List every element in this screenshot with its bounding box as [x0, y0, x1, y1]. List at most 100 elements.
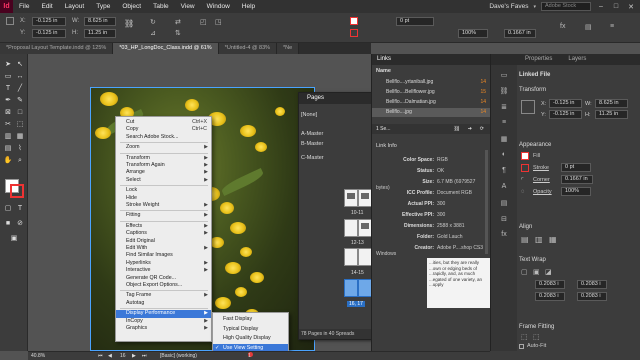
fit-frame-icon[interactable]: ⬚ — [533, 333, 540, 341]
gradient-tool-icon[interactable]: ▥ — [3, 132, 13, 141]
update-link-icon[interactable]: ⟳ — [480, 124, 484, 134]
zoom-level[interactable]: 40.8% — [31, 352, 45, 360]
prop-y-field[interactable]: -0.125 in — [549, 110, 582, 119]
menu-item-hyperlinks[interactable]: Hyperlinks ▶ — [116, 260, 211, 267]
menu-item-select[interactable]: Select ▶ — [116, 177, 211, 184]
stroke-swatch-icon[interactable] — [350, 29, 358, 37]
prop-x-field[interactable]: -0.125 in — [549, 99, 582, 108]
page-thumbnail[interactable] — [358, 248, 372, 266]
wrap-bounding-icon[interactable]: ▣ — [533, 268, 540, 276]
menu-window[interactable]: Window — [201, 0, 236, 13]
fill-swatch-icon[interactable] — [521, 152, 529, 160]
hand-tool-icon[interactable]: ✋ — [3, 156, 13, 165]
menu-item-transform[interactable]: Transform ▶ — [116, 155, 211, 162]
y-position-field[interactable]: -0.125 in — [32, 29, 66, 38]
rectangle-tool-icon[interactable]: □ — [15, 108, 25, 117]
menu-object[interactable]: Object — [116, 0, 147, 13]
free-transform-tool-icon[interactable]: ⬚ — [15, 120, 25, 129]
rectangle-frame-tool-icon[interactable]: ⊠ — [3, 108, 13, 117]
menu-layout[interactable]: Layout — [59, 0, 91, 13]
menu-view[interactable]: View — [175, 0, 201, 13]
menu-item-copy[interactable]: Copy Ctrl+C — [116, 126, 211, 133]
chevron-down-icon[interactable]: ▾ — [533, 4, 536, 10]
page-thumbnail[interactable] — [344, 219, 358, 237]
apply-color-icon[interactable]: ■ — [3, 219, 13, 228]
menu-item-interactive[interactable]: Interactive ▶ — [116, 267, 211, 274]
menu-file[interactable]: File — [13, 0, 35, 13]
reference-point-icon[interactable] — [521, 100, 535, 114]
wrap-right-field[interactable]: 0.2083 i — [577, 292, 607, 301]
maximize-icon[interactable]: □ — [611, 3, 621, 10]
layers-dock-icon[interactable]: ≣ — [499, 103, 509, 113]
character-dock-icon[interactable]: A — [499, 183, 509, 193]
direct-selection-tool-icon[interactable]: ↖ — [15, 60, 25, 69]
align-right-icon[interactable]: ▦ — [549, 235, 557, 244]
menu-item-search-adobe-stock[interactable]: Search Adobe Stock... — [116, 134, 211, 141]
relink-icon[interactable]: ⛓ — [454, 124, 460, 134]
menu-item-lock[interactable]: Lock — [116, 187, 211, 194]
text-frame[interactable]: ...ities, but they are really ...own or … — [427, 258, 490, 308]
text-wrap-dock-icon[interactable]: ▤ — [499, 199, 509, 209]
opacity-field[interactable]: 100% — [458, 29, 488, 38]
page-number-field[interactable]: 16 — [120, 352, 126, 360]
swatches-dock-icon[interactable]: ▦ — [499, 135, 509, 145]
note-tool-icon[interactable]: ▤ — [3, 144, 13, 153]
page-thumbnail[interactable] — [344, 189, 358, 207]
align-center-icon[interactable]: ▥ — [535, 235, 543, 244]
menu-item-transform-again[interactable]: Transform Again ▶ — [116, 162, 211, 169]
menu-item-zoom[interactable]: Zoom ▶ — [116, 144, 211, 151]
gradient-feather-tool-icon[interactable]: ▦ — [15, 132, 25, 141]
prop-w-field[interactable]: 8.625 in — [595, 99, 628, 108]
link-row[interactable]: Bellflo....Dalmatian.jpg 14 — [372, 98, 490, 107]
constrain-link-icon[interactable]: ⛓ — [124, 19, 134, 28]
corner-radius-field[interactable]: 0.1667 in — [561, 175, 593, 184]
corner-label[interactable]: Corner — [533, 177, 550, 183]
next-page-icon[interactable]: ▶ — [132, 352, 136, 360]
width-field[interactable]: 8.625 in — [84, 17, 116, 26]
tab-new[interactable]: *Ne — [277, 43, 300, 54]
stroke-color-icon[interactable] — [10, 184, 24, 198]
stroke-label[interactable]: Stroke — [533, 165, 549, 171]
minimize-icon[interactable]: – — [596, 3, 606, 10]
prop-h-field[interactable]: 11.25 in — [595, 110, 628, 119]
links-name-column[interactable]: Name — [376, 68, 391, 74]
scrollbar[interactable] — [485, 150, 488, 254]
tab-untitled-4[interactable]: *Untitled-4 @ 83% — [218, 43, 278, 54]
menu-help[interactable]: Help — [236, 0, 261, 13]
wrap-top-field[interactable]: 0.2083 i — [535, 280, 565, 289]
menu-item-hide[interactable]: Hide — [116, 195, 211, 202]
submenu-item-typical-display[interactable]: Typical Display — [213, 325, 288, 334]
stroke-swatch-icon[interactable] — [521, 164, 529, 172]
master-b[interactable]: B-Master — [301, 141, 323, 147]
master-none[interactable]: [None] — [301, 112, 317, 118]
link-info-title[interactable]: Link Info — [376, 143, 397, 149]
wrap-bottom-field[interactable]: 0.2083 i — [535, 292, 565, 301]
menu-item-generate-qr-code[interactable]: Generate QR Code... — [116, 275, 211, 282]
menu-item-arrange[interactable]: Arrange ▶ — [116, 169, 211, 176]
x-position-field[interactable]: -0.125 in — [32, 17, 66, 26]
menu-item-edit-original[interactable]: Edit Original — [116, 238, 211, 245]
flip-vertical-icon[interactable]: ⇅ — [175, 29, 181, 37]
tab-proposal-layout[interactable]: *Proposal Layout Template.indd @ 125% — [0, 43, 114, 54]
stock-search-input[interactable]: Adobe Stock — [541, 2, 591, 11]
panel-menu-icon[interactable]: ≡ — [610, 23, 614, 30]
select-container-icon[interactable]: ◰ — [200, 18, 207, 26]
menu-item-find-similar-images[interactable]: Find Similar Images — [116, 252, 211, 259]
prev-page-icon[interactable]: ◀ — [108, 352, 112, 360]
formatting-text-icon[interactable]: T — [15, 204, 25, 213]
link-row[interactable]: Bellflo....Bellflower.jpg 15 — [372, 88, 490, 97]
workspace-switcher[interactable]: Dave's Faves — [489, 3, 528, 10]
effects-dock-icon[interactable]: fx — [499, 231, 509, 241]
link-row-selected[interactable]: Bellflo....jpg 14 — [372, 108, 490, 117]
menu-item-graphics[interactable]: Graphics ▶ — [116, 325, 211, 332]
fit-content-icon[interactable]: ⬚ — [521, 333, 528, 341]
color-dock-icon[interactable]: ◐ — [499, 151, 509, 161]
gap-tool-icon[interactable]: ↔ — [15, 72, 25, 81]
reference-point-icon[interactable] — [6, 17, 14, 25]
page-thumbnail[interactable] — [358, 219, 372, 237]
rotate-icon[interactable]: ↻ — [150, 18, 156, 26]
zoom-tool-icon[interactable]: ⌕ — [15, 156, 25, 165]
selection-tool-icon[interactable]: ➤ — [3, 60, 13, 69]
menu-item-display-performance[interactable]: Display Performance ▶ — [116, 310, 211, 318]
link-page[interactable]: 14 — [480, 108, 486, 117]
